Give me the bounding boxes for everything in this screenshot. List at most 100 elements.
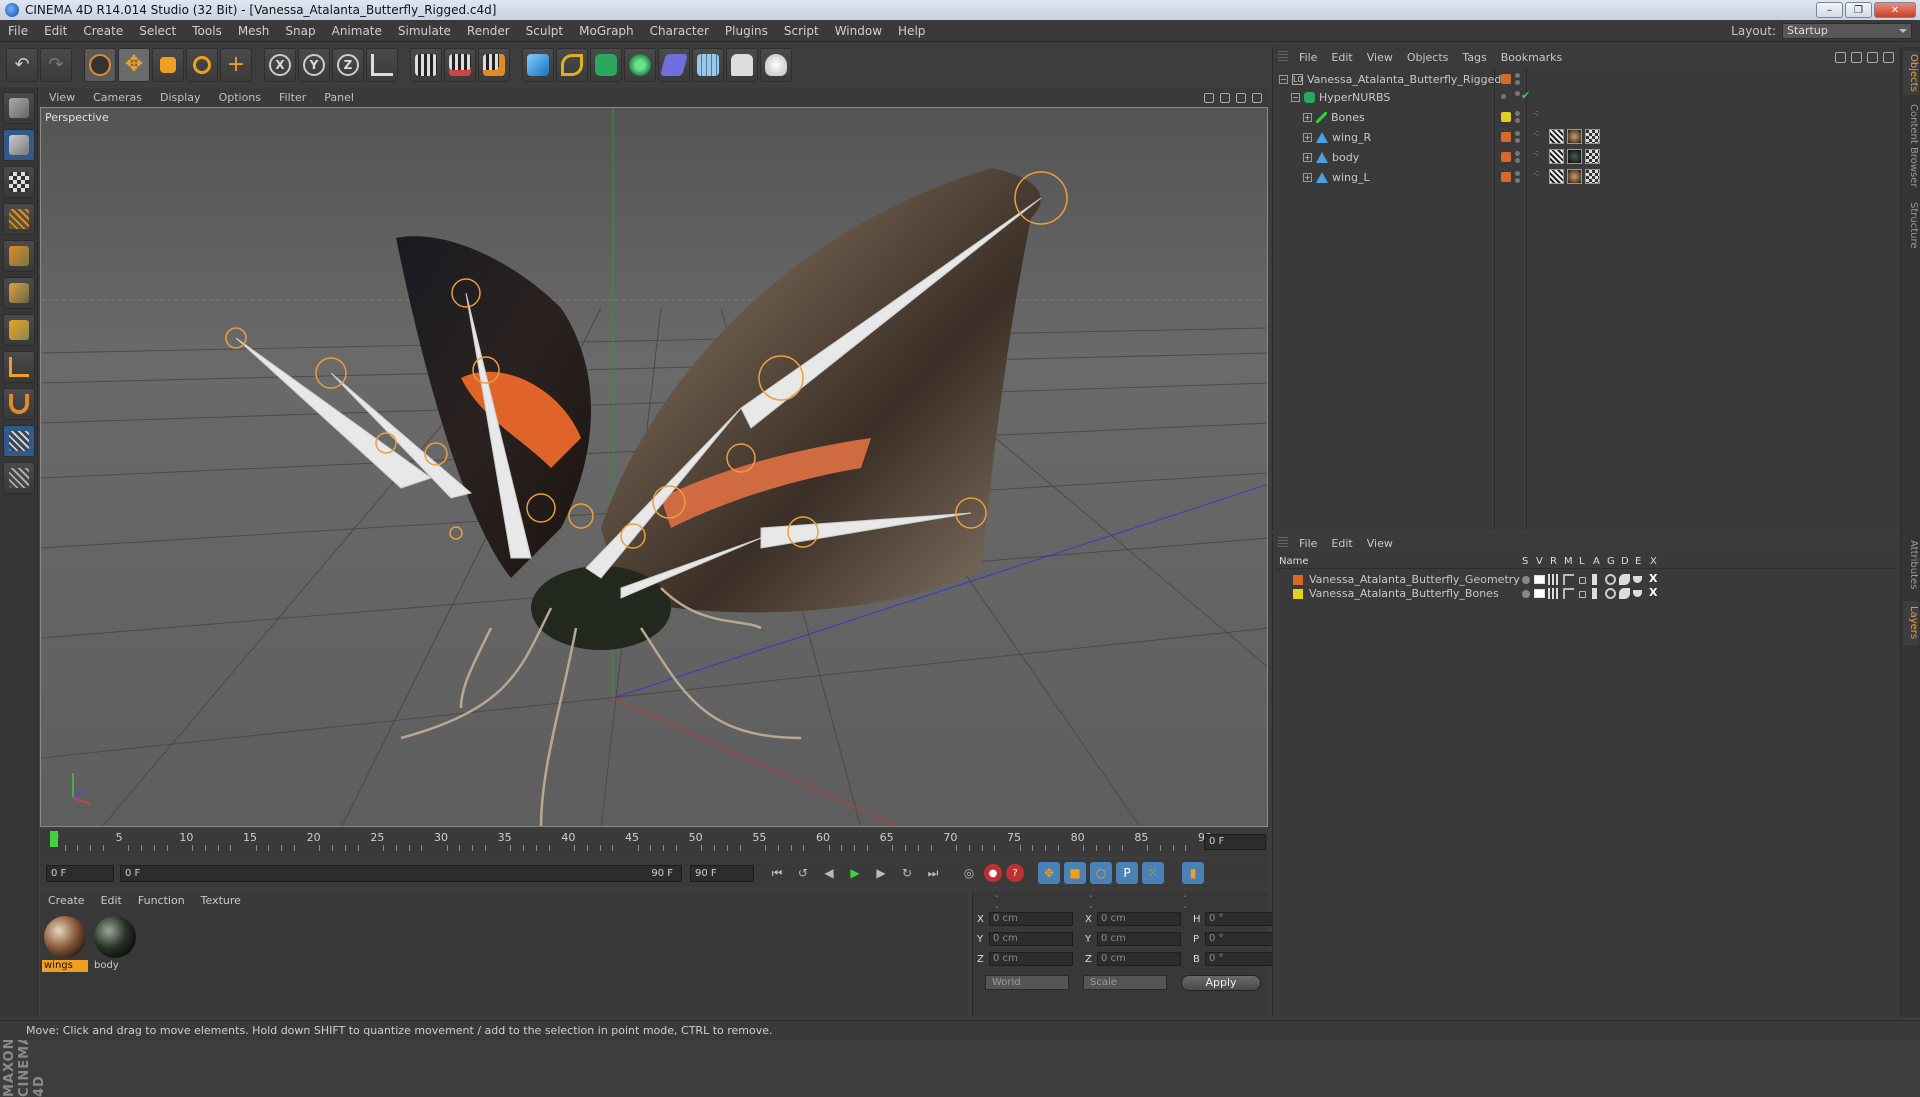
add-light-button[interactable] [760,47,792,82]
menu-window[interactable]: Window [827,24,890,38]
size-y-field[interactable]: 0 cm [1097,932,1181,946]
autokeying-button[interactable]: ● [984,864,1002,882]
add-nurbs-button[interactable] [590,47,622,82]
layer-row[interactable]: Vanessa_Atalanta_Butterfly_Geometry X [1277,572,1897,587]
menu-file[interactable]: File [0,24,36,38]
zoom-view-icon[interactable] [1220,92,1230,103]
next-frame-button[interactable]: ▶ [870,862,892,884]
deformer-icon[interactable] [1619,588,1630,599]
layer-color-swatch[interactable] [1501,172,1511,182]
tab-objects[interactable]: Objects [1903,51,1919,95]
skin-tag-icon[interactable] [1549,129,1564,144]
current-frame-field[interactable]: 0 F [1204,834,1266,850]
scale-tool-button[interactable] [152,47,184,82]
frame-ruler[interactable]: 051015202530354045505560657075808590 [50,831,1212,853]
generator-icon[interactable] [1605,588,1616,599]
weight-tag-icon[interactable]: ⁖ [1533,169,1539,180]
menu-animate[interactable]: Animate [324,24,390,38]
texture-tag-icon[interactable] [1567,149,1582,164]
position-x-field[interactable]: 0 cm [989,912,1073,926]
close-button[interactable]: ✕ [1874,2,1916,18]
clapboard-icon[interactable] [1548,574,1559,585]
snap-button[interactable] [3,388,35,420]
viewport-menu-options[interactable]: Options [210,91,270,104]
redo-button[interactable]: ↷ [40,47,72,82]
previous-key-button[interactable]: ↺ [792,862,814,884]
objects-menu-bookmarks[interactable]: Bookmarks [1494,51,1569,64]
uvw-tag-icon[interactable] [1585,169,1600,184]
layer-color-swatch[interactable] [1293,575,1303,585]
layer-color-swatch[interactable] [1501,132,1511,142]
rotation-p-field[interactable]: 0 ° [1205,932,1281,946]
material-menu-create[interactable]: Create [40,894,93,907]
render-visibility-dot[interactable] [1515,178,1520,183]
menu-create[interactable]: Create [75,24,131,38]
layer-row[interactable]: Vanessa_Atalanta_Butterfly_Bones X [1277,586,1897,601]
tree-row[interactable]: + wing_L ⁖ [1273,167,1901,187]
menu-script[interactable]: Script [776,24,827,38]
model-mode-button[interactable] [3,129,35,161]
restore-button[interactable]: ❐ [1845,2,1872,18]
last-tool-button[interactable]: + [220,47,252,82]
tree-row[interactable]: + Bones ⁖ [1273,107,1901,127]
layers-menu-view[interactable]: View [1360,537,1400,550]
tree-row[interactable]: + body ⁖ [1273,147,1901,167]
layer-color-swatch[interactable] [1293,589,1303,599]
skin-tag-icon[interactable] [1549,169,1564,184]
position-z-field[interactable]: 0 cm [989,952,1073,966]
live-selection-button[interactable] [84,47,116,82]
enabled-check-icon[interactable]: ✔ [1521,89,1530,102]
next-key-button[interactable]: ↻ [896,862,918,884]
layer-color-swatch[interactable] [1501,152,1511,162]
key-point-level-button[interactable]: ⁙ [1142,862,1164,884]
move-tool-button[interactable]: ✥ [118,47,150,82]
menu-character[interactable]: Character [642,24,717,38]
material-body[interactable]: body [92,914,138,972]
menu-mesh[interactable]: Mesh [230,24,278,38]
lock-icon[interactable] [1579,591,1586,598]
generator-icon[interactable] [1605,574,1616,585]
apply-button[interactable]: Apply [1181,975,1261,991]
new-view-icon[interactable] [1867,51,1878,63]
material-menu-edit[interactable]: Edit [93,894,130,907]
menu-render[interactable]: Render [459,24,518,38]
keyframe-selection-button[interactable]: ? [1006,864,1024,882]
rotate-view-icon[interactable] [1236,92,1246,103]
film-strip-icon[interactable] [1592,574,1597,585]
render-visibility-dot[interactable] [1515,158,1520,163]
menu-tools[interactable]: Tools [184,24,230,38]
menu-snap[interactable]: Snap [277,24,323,38]
key-position-button[interactable]: ✥ [1038,862,1060,884]
tab-attributes[interactable]: Attributes [1903,533,1919,597]
tab-structure[interactable]: Structure [1903,197,1919,253]
timeline-ruler[interactable]: 051015202530354045505560657075808590 0 F [40,829,1268,857]
key-rotation-button[interactable]: ○ [1090,862,1112,884]
lock-panel-icon[interactable] [1883,51,1894,63]
render-to-picture-viewer-button[interactable] [444,47,476,82]
tree-row[interactable]: + wing_R ⁖ [1273,127,1901,147]
workplane-lock-button[interactable] [3,425,35,457]
add-cube-button[interactable] [522,47,554,82]
menu-mograph[interactable]: MoGraph [571,24,642,38]
weight-tag-icon[interactable]: ⁖ [1533,109,1539,120]
xref-icon[interactable]: X [1649,586,1657,599]
tree-row[interactable]: − HyperNURBS ✔ [1273,87,1901,107]
skin-tag-icon[interactable] [1549,149,1564,164]
expand-icon[interactable]: + [1303,152,1312,162]
editor-visibility-dot[interactable] [1501,94,1506,99]
material-menu-texture[interactable]: Texture [193,894,249,907]
size-z-field[interactable]: 0 cm [1097,952,1181,966]
editor-visibility-dot[interactable] [1515,91,1520,96]
texture-tag-icon[interactable] [1567,169,1582,184]
viewport-menu-display[interactable]: Display [151,91,210,104]
expression-icon[interactable] [1633,576,1642,583]
timeline-layout-button[interactable]: ▮ [1182,862,1204,884]
position-y-field[interactable]: 0 cm [989,932,1073,946]
go-to-end-button[interactable]: ⏭ [922,862,944,884]
points-mode-button[interactable] [3,240,35,272]
layers-menu-edit[interactable]: Edit [1324,537,1359,550]
render-visibility-dot[interactable] [1515,118,1520,123]
editor-visibility-dot[interactable] [1515,111,1520,116]
expression-icon[interactable] [1633,590,1642,597]
layers-menu-file[interactable]: File [1292,537,1324,550]
